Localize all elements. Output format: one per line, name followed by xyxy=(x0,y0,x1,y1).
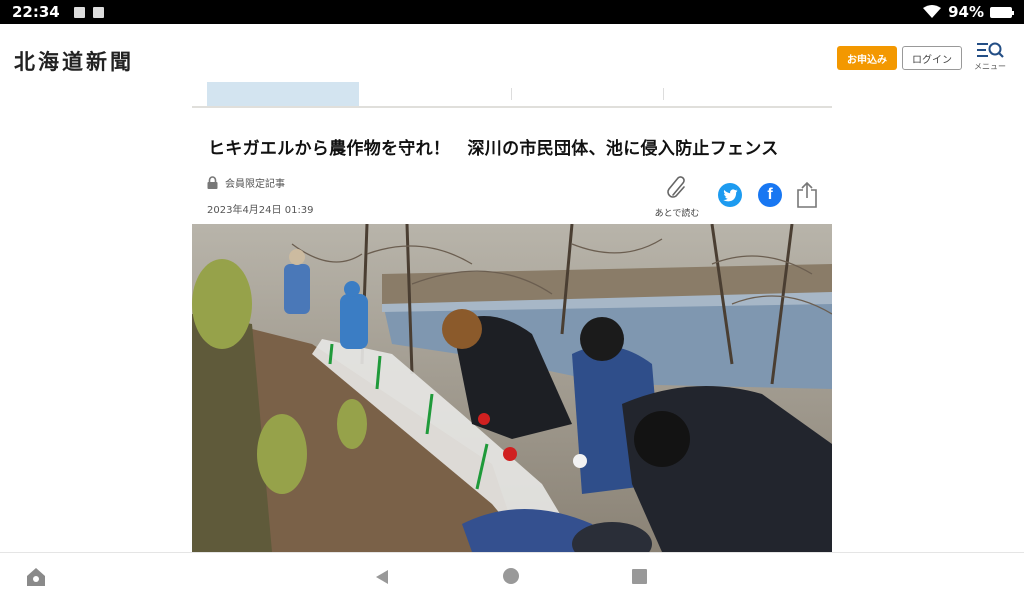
twitter-bird-icon xyxy=(722,188,737,201)
tab-2-accent xyxy=(422,106,450,108)
read-later-button[interactable]: あとで読む xyxy=(647,175,707,219)
menu-label: メニュー xyxy=(974,62,1006,71)
status-time: 22:34 xyxy=(12,3,60,21)
tab-3-accent xyxy=(574,106,602,108)
member-only-label: 会員限定記事 xyxy=(225,179,285,190)
facebook-icon: f xyxy=(767,186,773,203)
sd-card-notification-icon xyxy=(92,6,104,18)
back-icon[interactable] xyxy=(372,567,392,587)
article-title: ヒキガエルから農作物を守れ！ 深川の市民団体、池に侵入防止フェンス xyxy=(208,139,779,159)
site-header: 北海道新聞 お申込み ログイン メニュー xyxy=(0,24,1024,90)
menu-button[interactable]: メニュー xyxy=(968,40,1012,76)
status-bar: 22:34 94% xyxy=(0,0,1024,24)
system-nav-bar xyxy=(0,552,1024,600)
home-button-icon[interactable] xyxy=(503,568,519,584)
login-button[interactable]: ログイン xyxy=(902,46,962,70)
wifi-icon xyxy=(923,5,942,18)
twitter-share-button[interactable] xyxy=(718,183,742,207)
facebook-share-button[interactable]: f xyxy=(758,183,782,207)
paperclip-icon xyxy=(667,176,685,198)
menu-search-icon xyxy=(977,42,1004,58)
home-app-icon[interactable] xyxy=(24,565,48,589)
share-icon xyxy=(797,181,817,208)
article-photo-image xyxy=(192,224,832,552)
battery-icon xyxy=(990,6,1014,18)
recents-icon[interactable] xyxy=(632,569,647,584)
subscribe-button[interactable]: お申込み xyxy=(837,46,897,70)
tab-1[interactable] xyxy=(207,82,359,106)
battery-percent: 94% xyxy=(948,3,984,21)
share-button[interactable] xyxy=(796,181,818,209)
gallery-notification-icon xyxy=(73,6,85,18)
tab-2[interactable] xyxy=(360,82,512,108)
site-logo[interactable]: 北海道新聞 xyxy=(14,46,134,76)
tab-4-accent xyxy=(726,106,754,108)
section-tabs xyxy=(192,82,832,108)
tab-3[interactable] xyxy=(512,82,664,108)
read-later-label: あとで読む xyxy=(654,209,700,219)
lock-icon xyxy=(207,176,218,189)
publish-date: 2023年4月24日 01:39 xyxy=(207,205,314,216)
member-only-badge: 会員限定記事 xyxy=(206,175,285,190)
tab-4[interactable] xyxy=(664,82,816,108)
article-photo[interactable] xyxy=(192,224,832,552)
